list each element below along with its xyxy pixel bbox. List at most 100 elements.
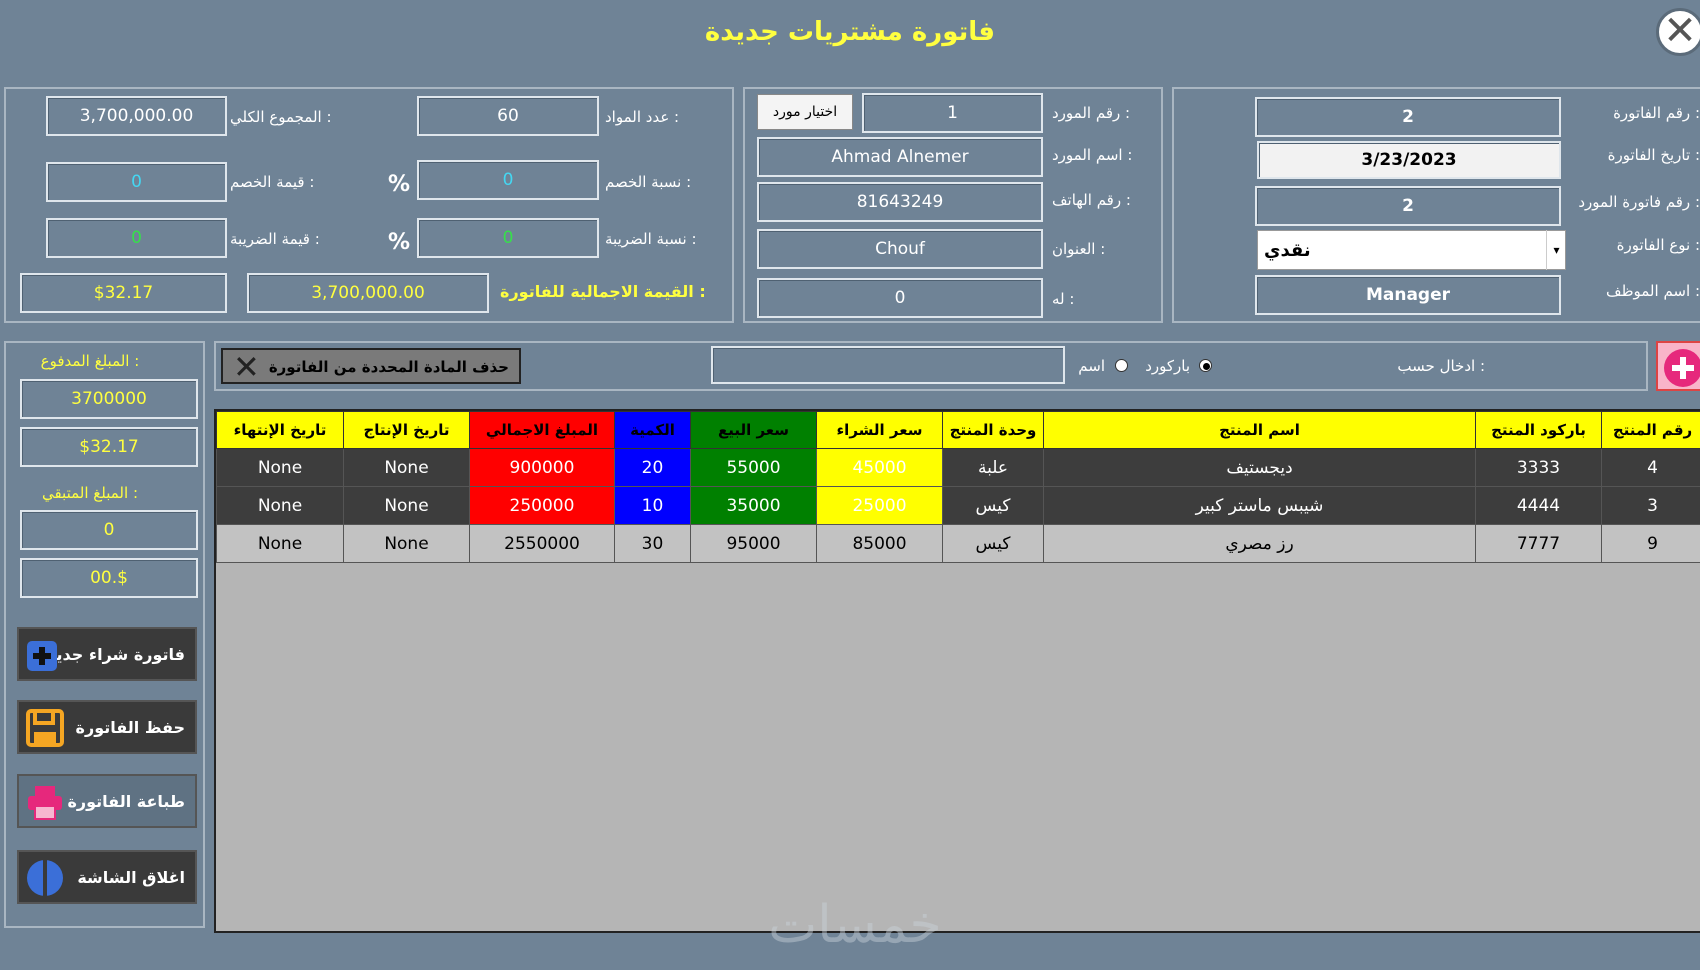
col-header-unit[interactable]: وحدة المنتج [942, 411, 1044, 449]
cell-product-name[interactable]: ديجستيف [1043, 448, 1476, 487]
balance-label: له : [1052, 290, 1075, 308]
col-header-expiry-date[interactable]: تاريخ الإنتهاء [216, 411, 344, 449]
cell-purchase-price[interactable]: 25000 [816, 486, 943, 525]
cell-purchase-price[interactable]: 45000 [816, 448, 943, 487]
cell-quantity[interactable]: 10 [614, 486, 691, 525]
choose-supplier-button[interactable]: اختيار مورد [757, 94, 853, 130]
col-header-product-number[interactable]: رقم المنتج [1601, 411, 1700, 449]
items-count-field[interactable]: 60 [417, 96, 599, 136]
invoice-number-label: رقم الفاتورة : [1613, 104, 1700, 122]
cell-product-number[interactable]: 4 [1601, 448, 1700, 487]
col-header-barcode[interactable]: باركود المنتج [1475, 411, 1602, 449]
cell-expiry-date[interactable]: None [216, 524, 344, 563]
cell-total-amount[interactable]: 900000 [469, 448, 615, 487]
print-invoice-label: طباعة الفاتورة [67, 791, 185, 811]
barcode-radio[interactable] [1199, 359, 1212, 372]
supplier-number-label: رقم المورد : [1052, 104, 1131, 122]
address-label: العنوان : [1052, 240, 1106, 258]
address-field[interactable]: Chouf [757, 229, 1043, 269]
save-invoice-button[interactable]: حفظ الفاتورة [17, 700, 197, 754]
cell-production-date[interactable]: None [343, 448, 470, 487]
cell-purchase-price[interactable]: 85000 [816, 524, 943, 563]
add-item-button[interactable] [1656, 341, 1700, 391]
remaining-amount-field[interactable]: 0 [20, 510, 198, 550]
grand-total-field[interactable]: 3,700,000.00 [46, 96, 227, 136]
products-table: تاريخ الإنتهاء تاريخ الإنتاج المبلغ الاج… [216, 411, 1700, 563]
invoice-number-field[interactable]: 2 [1255, 97, 1561, 137]
phone-field[interactable]: 81643249 [757, 182, 1043, 222]
cell-sale-price[interactable]: 35000 [690, 486, 817, 525]
table-row[interactable]: None None 2550000 30 95000 85000 كيس رز … [216, 524, 1700, 563]
supplier-invoice-number-field[interactable]: 2 [1255, 186, 1561, 226]
phone-label: رقم الهاتف : [1052, 191, 1131, 209]
col-header-product-name[interactable]: اسم المنتج [1043, 411, 1476, 449]
cell-production-date[interactable]: None [343, 486, 470, 525]
close-icon[interactable]: ✕ [1656, 8, 1700, 56]
discount-value-field[interactable]: 0 [46, 162, 227, 202]
employee-name-label: اسم الموظف : [1606, 282, 1700, 300]
invoice-type-select[interactable]: نقدي [1257, 230, 1566, 270]
remaining-usd-field[interactable]: 00.$ [20, 558, 198, 598]
delete-item-label: حذف المادة المحددة من الفاتورة [268, 358, 509, 376]
cell-product-name[interactable]: شيبس ماستر كبير [1043, 486, 1476, 525]
balance-field[interactable]: 0 [757, 278, 1043, 318]
cell-expiry-date[interactable]: None [216, 486, 344, 525]
entry-by-label: ادخال حسب : [1397, 357, 1485, 375]
save-icon [26, 709, 64, 747]
table-row[interactable]: None None 250000 10 35000 25000 كيس شيبس… [216, 486, 1700, 525]
search-input[interactable] [711, 346, 1065, 384]
cell-unit[interactable]: كيس [942, 524, 1044, 563]
cell-product-number[interactable]: 3 [1601, 486, 1700, 525]
cell-quantity[interactable]: 30 [614, 524, 691, 563]
supplier-invoice-number-label: رقم فاتورة المورد : [1578, 193, 1700, 211]
plus-icon [1664, 349, 1700, 387]
cell-barcode[interactable]: 7777 [1475, 524, 1602, 563]
invoice-total-field[interactable]: 3,700,000.00 [247, 273, 489, 313]
tax-value-field[interactable]: 0 [46, 218, 227, 258]
col-header-quantity[interactable]: الكمية [614, 411, 691, 449]
invoice-total-usd-field[interactable]: $32.17 [20, 273, 227, 313]
discount-percent-sign: % [388, 172, 411, 197]
table-row[interactable]: None None 900000 20 55000 45000 علبة ديج… [216, 448, 1700, 487]
barcode-option-label: باركورد [1145, 357, 1190, 375]
cell-quantity[interactable]: 20 [614, 448, 691, 487]
products-grid[interactable]: تاريخ الإنتهاء تاريخ الإنتاج المبلغ الاج… [214, 409, 1700, 933]
supplier-name-field[interactable]: Ahmad Alnemer [757, 137, 1043, 177]
cell-barcode[interactable]: 4444 [1475, 486, 1602, 525]
close-screen-button[interactable]: اغلاق الشاشة [17, 850, 197, 904]
new-invoice-button[interactable]: فاتورة شراء جديدة [17, 627, 197, 681]
discount-value-label: قيمة الخصم : [230, 173, 315, 191]
col-header-sale-price[interactable]: سعر البيع [690, 411, 817, 449]
delete-item-button[interactable]: ✕ حذف المادة المحددة من الفاتورة [221, 348, 521, 386]
name-radio[interactable] [1115, 359, 1128, 372]
invoice-date-field[interactable]: 3/23/2023 [1257, 141, 1561, 179]
x-icon: ✕ [233, 348, 260, 386]
cell-sale-price[interactable]: 55000 [690, 448, 817, 487]
paid-amount-field[interactable]: 3700000 [20, 379, 198, 419]
cell-unit[interactable]: كيس [942, 486, 1044, 525]
cell-barcode[interactable]: 3333 [1475, 448, 1602, 487]
col-header-total-amount[interactable]: المبلغ الاجمالي [469, 411, 615, 449]
supplier-number-field[interactable]: 1 [862, 93, 1043, 133]
discount-rate-label: نسبة الخصم : [605, 173, 692, 191]
cell-total-amount[interactable]: 2550000 [469, 524, 615, 563]
employee-name-field[interactable]: Manager [1255, 275, 1561, 315]
remaining-label: المبلغ المتبقي : [41, 484, 139, 502]
discount-rate-field[interactable]: 0 [417, 160, 599, 200]
tax-rate-field[interactable]: 0 [417, 218, 599, 258]
name-option-label: اسم [1078, 357, 1105, 375]
paid-usd-field[interactable]: $32.17 [20, 427, 198, 467]
cell-production-date[interactable]: None [343, 524, 470, 563]
cell-total-amount[interactable]: 250000 [469, 486, 615, 525]
col-header-production-date[interactable]: تاريخ الإنتاج [343, 411, 470, 449]
cell-sale-price[interactable]: 95000 [690, 524, 817, 563]
table-header-row: تاريخ الإنتهاء تاريخ الإنتاج المبلغ الاج… [216, 411, 1700, 449]
cell-unit[interactable]: علبة [942, 448, 1044, 487]
cell-product-number[interactable]: 9 [1601, 524, 1700, 563]
print-invoice-button[interactable]: طباعة الفاتورة [17, 774, 197, 828]
cell-product-name[interactable]: رز مصري [1043, 524, 1476, 563]
col-header-purchase-price[interactable]: سعر الشراء [816, 411, 943, 449]
chevron-down-icon[interactable]: ▾ [1546, 230, 1566, 270]
tax-rate-label: نسبة الضريبة : [605, 230, 697, 248]
cell-expiry-date[interactable]: None [216, 448, 344, 487]
